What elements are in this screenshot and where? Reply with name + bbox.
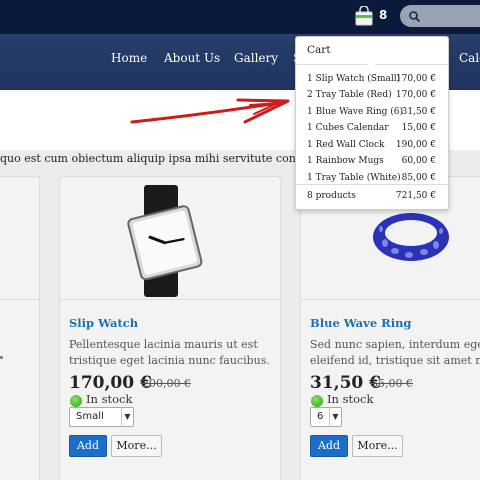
cart-item[interactable]: 1 Cubes Calendar 15,00 € [307, 119, 436, 137]
stock-status: In stock [86, 392, 133, 406]
cart-divider [296, 184, 448, 185]
cart-item[interactable]: 1 Rainbow Mugs 60,00 € [307, 152, 436, 170]
product-description: Sed nunc sapien, interdum eget eleifend … [310, 337, 480, 369]
shopping-bag-icon[interactable] [354, 5, 374, 26]
cart-item-name: 1 Red Wall Clock [307, 140, 385, 150]
in-stock-icon [70, 395, 82, 407]
nav-about-us[interactable]: About Us [164, 51, 220, 65]
cart-item-price: 60,00 € [401, 156, 436, 166]
blue-wave-ring-image[interactable] [369, 207, 453, 267]
cart-dropdown-pointer [362, 60, 380, 70]
product-old-price: 35,00 € [371, 377, 413, 390]
stock-status: In stock [327, 392, 374, 406]
list-bullet [0, 356, 3, 359]
product-title[interactable]: Slip Watch [69, 316, 138, 330]
cart-item[interactable]: 2 Tray Table (Red) 170,00 € [307, 86, 436, 104]
in-stock-icon [311, 395, 323, 407]
nav-home[interactable]: Home [111, 51, 147, 65]
nav-calendar-partial[interactable]: Cale [459, 51, 480, 65]
cart-item-price: 15,00 € [401, 123, 436, 133]
cart-total-row: 8 products 721,50 € [307, 187, 436, 205]
product-old-price: 200,00 € [142, 377, 191, 390]
description-line: eleifend id, tristique sit amet nec [310, 354, 480, 367]
size-select-value: 6 [317, 411, 324, 422]
description-line: tristique eget lacinia nunc faucibus. [69, 354, 270, 367]
description-line: Pellentesque lacinia mauris ut est [69, 338, 258, 351]
product-card-partial [0, 176, 40, 480]
product-card-blue-wave-ring: Blue Wave Ring Sed nunc sapien, interdum… [300, 176, 480, 480]
size-select[interactable]: 6 ▼ [310, 407, 342, 427]
chevron-down-icon: ▼ [121, 408, 133, 426]
cart-item-name: 1 Slip Watch (Small) [307, 74, 401, 84]
add-to-cart-button[interactable]: Add [69, 435, 107, 457]
add-to-cart-button[interactable]: Add [310, 435, 348, 457]
cart-item-name: 1 Cubes Calendar [307, 123, 389, 133]
cart-item-name: 1 Tray Table (White) [307, 173, 401, 183]
search-icon [408, 9, 422, 28]
cart-title: Cart [307, 44, 331, 56]
size-select[interactable]: Small ▼ [69, 407, 134, 427]
product-description: Pellentesque lacinia mauris ut est trist… [69, 337, 270, 369]
slip-watch-image[interactable] [122, 185, 214, 297]
search-input[interactable] [400, 5, 480, 27]
cart-total-price: 721,50 € [395, 191, 436, 201]
card-divider [60, 299, 280, 300]
nav-gallery[interactable]: Gallery [234, 51, 278, 65]
size-select-value: Small [76, 411, 104, 422]
annotation-arrow [130, 98, 290, 124]
description-line: Sed nunc sapien, interdum eget [310, 338, 480, 351]
cart-item-name: 1 Rainbow Mugs [307, 156, 384, 166]
card-divider [301, 299, 480, 300]
more-button[interactable]: More... [352, 435, 403, 457]
product-price: 170,00 € [69, 373, 152, 393]
cart-item-price: 170,00 € [395, 90, 436, 100]
more-button[interactable]: More... [111, 435, 162, 457]
cart-total-label: 8 products [307, 191, 356, 201]
product-card-slip-watch: Slip Watch Pellentesque lacinia mauris u… [59, 176, 281, 480]
cart-item-name: 1 Blue Wave Ring (6) [307, 107, 403, 117]
product-title[interactable]: Blue Wave Ring [310, 316, 411, 330]
cart-count-badge[interactable]: 8 [379, 8, 387, 22]
card-divider [0, 299, 39, 300]
chevron-down-icon: ▼ [329, 408, 341, 426]
cart-item-name: 2 Tray Table (Red) [307, 90, 392, 100]
top-bar: 8 [0, 0, 480, 34]
